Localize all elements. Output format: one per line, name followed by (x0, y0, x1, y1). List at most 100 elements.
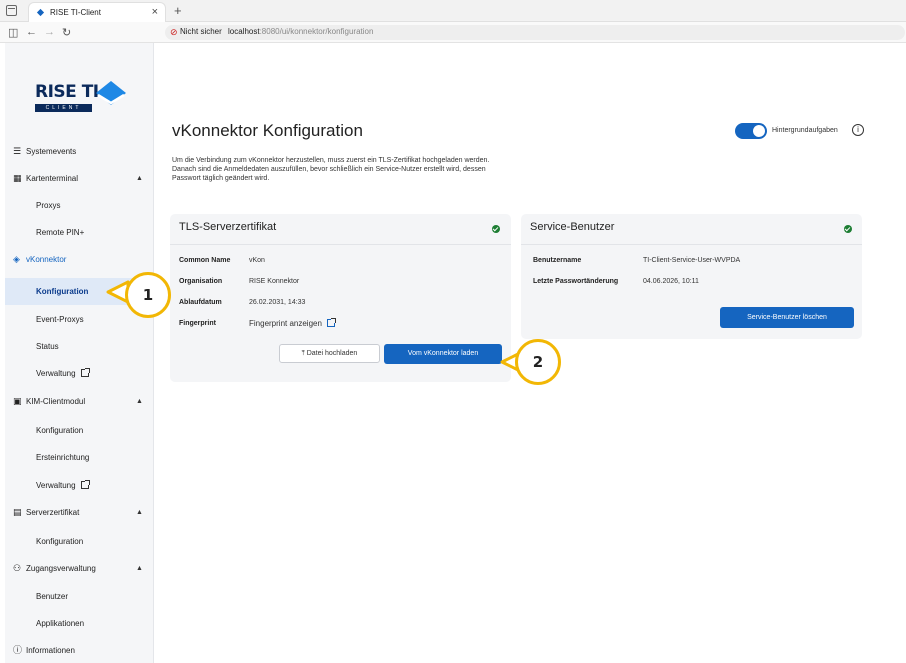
delete-service-user-button[interactable]: Service-Benutzer löschen (720, 307, 854, 328)
field-label: Organisation (179, 278, 223, 285)
field-value: TI-Client-Service-User-WVPDA (643, 257, 741, 264)
not-secure-icon[interactable]: ⊘ (170, 27, 178, 38)
url-path: :8080/ui/konnektor/konfiguration (259, 27, 374, 36)
sidebar: RISE TI CLIENT ☰ Systemevents ▦ Kartente… (5, 43, 154, 663)
field-value: 04.06.2026, 10:11 (643, 278, 699, 285)
sidebar-item-benutzer[interactable]: Benutzer (5, 583, 154, 610)
callout-badge-2: 2 (515, 339, 561, 385)
chevron-up-icon[interactable]: ▲ (136, 555, 143, 582)
tab-actions-icon[interactable] (6, 5, 17, 16)
sidebar-item-ersteinrichtung[interactable]: Ersteinrichtung (5, 444, 154, 471)
sidebar-item-kim-konfiguration[interactable]: Konfiguration (5, 417, 154, 444)
url-field[interactable]: ⊘ Nicht sicher localhost:8080/ui/konnekt… (165, 25, 905, 40)
tab-close-icon[interactable]: × (152, 6, 158, 18)
logo-text: RISE TI (35, 82, 99, 102)
sidebar-item-label: vKonnektor (26, 255, 67, 264)
sidebar-item-systemevents[interactable]: ☰ Systemevents (5, 138, 154, 165)
sidebar-item-label: Konfiguration (36, 537, 84, 546)
sidebar-item-label: Verwaltung (36, 369, 76, 378)
tls-certificate-card: TLS-Serverzertifikat Common Name vKon Or… (170, 214, 511, 382)
sidebar-item-label: Remote PIN+ (36, 228, 85, 237)
sidebar-toggle-icon[interactable]: ◫ (8, 26, 18, 39)
url-host: localhost (228, 27, 260, 36)
users-icon: ⚇ (13, 563, 22, 573)
url-text[interactable]: localhost:8080/ui/konnektor/konfiguratio… (228, 27, 373, 36)
sidebar-item-label: Kartenterminal (26, 174, 79, 183)
sidebar-item-label: Applikationen (36, 619, 85, 628)
external-link-icon (326, 318, 336, 327)
vkonnektor-icon: ◈ (13, 254, 20, 264)
external-link-icon (80, 480, 90, 489)
sidebar-item-label: Konfiguration (36, 426, 84, 435)
sidebar-item-vkonnektor-verwaltung[interactable]: Verwaltung (5, 360, 154, 387)
field-value: vKon (249, 257, 265, 264)
sidebar-item-label: KIM-Clientmodul (26, 397, 86, 406)
sidebar-item-label: Informationen (26, 646, 75, 655)
sidebar-item-applikationen[interactable]: Applikationen (5, 610, 154, 637)
fingerprint-link-label: Fingerprint anzeigen (249, 319, 322, 328)
reload-icon[interactable]: ↻ (62, 26, 71, 39)
service-user-card: Service-Benutzer Benutzername TI-Client-… (521, 214, 862, 339)
browser-tab[interactable]: RISE TI-Client × (28, 2, 166, 22)
field-value: 26.02.2031, 14:33 (249, 299, 306, 306)
upload-button-label: Datei hochladen (306, 350, 358, 357)
field-label: Common Name (179, 257, 231, 264)
background-tasks-toggle[interactable] (735, 123, 767, 139)
sidebar-item-status[interactable]: Status (5, 333, 154, 360)
sidebar-item-label: Systemevents (26, 147, 77, 156)
card-title: Service-Benutzer (530, 221, 615, 233)
new-tab-button[interactable]: + (174, 3, 182, 18)
logo-subtext: CLIENT (35, 104, 92, 112)
rise-ti-client-logo[interactable]: RISE TI CLIENT (35, 81, 126, 112)
field-label: Ablaufdatum (179, 299, 222, 306)
chevron-up-icon[interactable]: ▲ (136, 165, 143, 192)
sidebar-item-serverzertifikat[interactable]: ▤ Serverzertifikat ▲ (5, 499, 154, 526)
divider (521, 244, 862, 245)
address-bar-row: ◫ ← → ↻ ⊘ Nicht sicher localhost:8080/ui… (0, 22, 906, 43)
status-ok-icon (492, 225, 500, 233)
sidebar-item-kim-verwaltung[interactable]: Verwaltung (5, 472, 154, 499)
back-icon[interactable]: ← (26, 26, 37, 38)
terminal-icon: ▦ (13, 173, 22, 183)
logo-diamond-icon (96, 81, 126, 105)
sidebar-item-label: Serverzertifikat (26, 508, 80, 517)
sidebar-item-serverzertifikat-konfiguration[interactable]: Konfiguration (5, 528, 154, 555)
forward-icon[interactable]: → (44, 26, 55, 38)
background-tasks-label: Hintergrundaufgaben (772, 127, 838, 134)
page-title: vKonnektor Konfiguration (172, 121, 363, 140)
status-ok-icon (844, 225, 852, 233)
load-from-vkonnektor-button[interactable]: Vom vKonnektor laden (384, 344, 502, 364)
tab-title: RISE TI-Client (50, 8, 101, 17)
external-link-icon (80, 368, 90, 377)
sidebar-item-zugangsverwaltung[interactable]: ⚇ Zugangsverwaltung ▲ (5, 555, 154, 582)
upload-file-button[interactable]: ⤒ Datei hochladen (279, 344, 380, 363)
sidebar-item-kim-clientmodul[interactable]: ▣ KIM-Clientmodul ▲ (5, 388, 154, 415)
field-label: Letzte Passwortänderung (533, 278, 619, 285)
kim-icon: ▣ (13, 396, 22, 406)
sidebar-item-kartenterminal[interactable]: ▦ Kartenterminal ▲ (5, 165, 154, 192)
card-title: TLS-Serverzertifikat (179, 221, 277, 233)
chevron-up-icon[interactable]: ▲ (136, 499, 143, 526)
sidebar-item-label: Proxys (36, 201, 61, 210)
not-secure-label[interactable]: Nicht sicher (180, 27, 222, 36)
rise-favicon-icon (36, 8, 45, 17)
field-value: RISE Konnektor (249, 278, 300, 285)
divider (170, 244, 511, 245)
sidebar-item-label: Event-Proxys (36, 315, 84, 324)
sidebar-item-remote-pin[interactable]: Remote PIN+ (5, 219, 154, 246)
info-icon[interactable]: i (852, 124, 864, 136)
sidebar-item-informationen[interactable]: ⓘ Informationen (5, 637, 154, 663)
sidebar-item-label: Konfiguration (36, 287, 89, 296)
fingerprint-link[interactable]: Fingerprint anzeigen (249, 318, 336, 328)
callout-badge-1: 1 (125, 272, 171, 318)
sidebar-item-label: Ersteinrichtung (36, 453, 90, 462)
sidebar-item-label: Benutzer (36, 592, 69, 601)
sidebar-item-label: Zugangsverwaltung (26, 564, 96, 573)
sidebar-item-label: Verwaltung (36, 481, 76, 490)
field-label: Fingerprint (179, 320, 216, 327)
page-intro: Um die Verbindung zum vKonnektor herzust… (172, 157, 490, 182)
sidebar-item-label: Status (36, 342, 59, 351)
browser-tab-bar: RISE TI-Client × + (0, 0, 906, 22)
chevron-up-icon[interactable]: ▲ (136, 388, 143, 415)
sidebar-item-proxys[interactable]: Proxys (5, 192, 154, 219)
